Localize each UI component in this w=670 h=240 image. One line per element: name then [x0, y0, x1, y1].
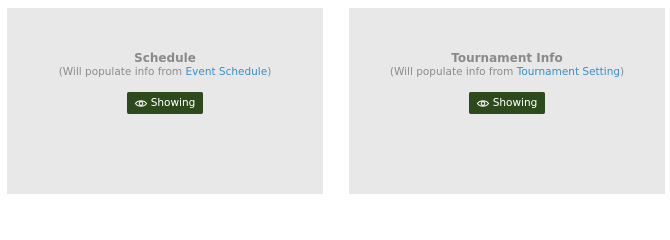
- event-schedule-link[interactable]: Event Schedule: [186, 66, 268, 78]
- button-label: Showing: [150, 97, 196, 109]
- showing-toggle-button[interactable]: Showing: [468, 92, 546, 114]
- page: Schedule (Will populate info from Event …: [0, 0, 670, 207]
- tournament-setting-link[interactable]: Tournament Setting: [517, 66, 620, 78]
- subtitle-suffix: ): [620, 66, 625, 78]
- card-subtitle: (Will populate info from Tournament Sett…: [349, 66, 665, 79]
- card-title: Tournament Info: [451, 51, 563, 65]
- button-label: Showing: [492, 97, 538, 109]
- subtitle-suffix: ): [267, 66, 272, 78]
- showing-toggle-button[interactable]: Showing: [126, 92, 204, 114]
- tournament-info-card: Tournament Info (Will populate info from…: [349, 8, 665, 194]
- subtitle-prefix: (Will populate info from: [389, 66, 517, 78]
- card-subtitle: (Will populate info from Event Schedule): [7, 66, 323, 79]
- eye-icon: [476, 99, 489, 107]
- subtitle-prefix: (Will populate info from: [58, 66, 186, 78]
- card-title: Schedule: [134, 51, 196, 65]
- schedule-card: Schedule (Will populate info from Event …: [7, 8, 323, 194]
- eye-icon: [134, 99, 147, 107]
